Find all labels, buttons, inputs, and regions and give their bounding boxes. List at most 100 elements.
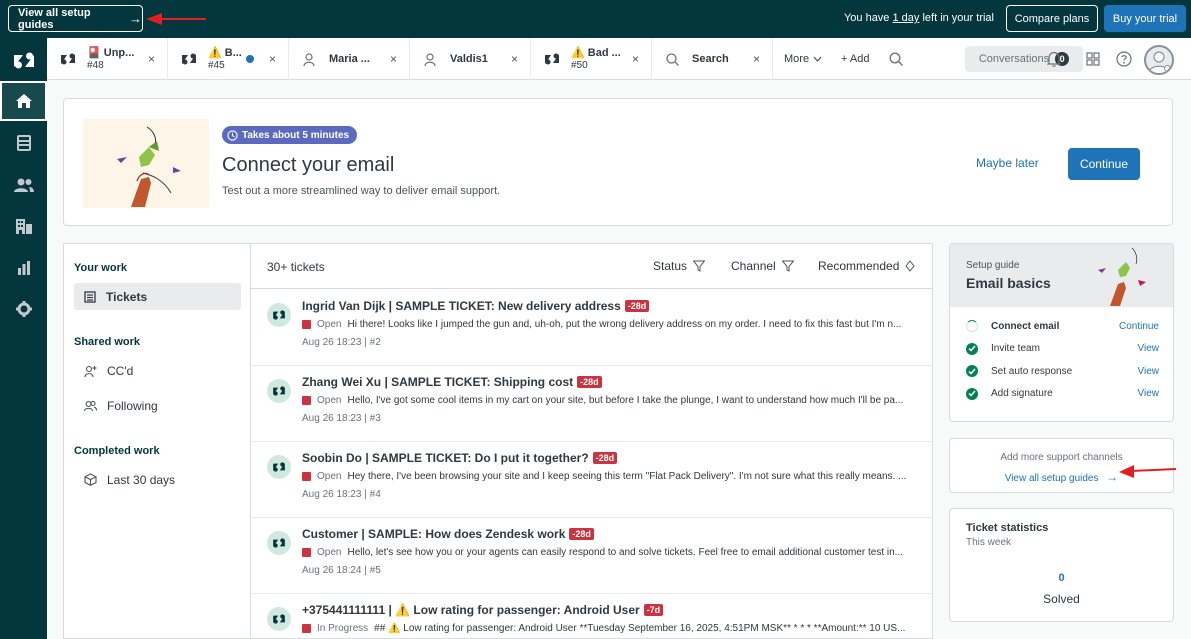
users-icon [13,178,34,192]
tab-search[interactable]: Search × [652,38,773,80]
nav-views[interactable] [0,123,47,163]
nav-home[interactable] [0,81,47,121]
view-last-30-days[interactable]: Last 30 days [74,466,241,493]
bell-icon[interactable] [1047,51,1061,67]
connect-email-title: Connect your email [222,154,395,176]
close-icon[interactable]: × [269,52,276,66]
setup-step-label: Invite team [991,343,1040,354]
unsaved-dot-icon [246,55,254,63]
views-icon [16,135,31,151]
close-icon[interactable]: × [511,52,518,66]
continue-button[interactable]: Continue [1068,148,1140,180]
close-icon[interactable]: × [148,52,155,66]
view-setup-guides-label: View all setup guides [18,6,91,31]
status-filter[interactable]: Status [653,259,706,273]
ticket-preview: ## ⚠️ Low rating for passenger: Android … [374,623,906,634]
trial-banner: View all setup guides → You have 1 day l… [0,0,1191,38]
sla-badge: -7d [643,604,664,616]
ticket-title[interactable]: Zhang Wei Xu | SAMPLE TICKET: Shipping c… [302,375,602,389]
nav-customers[interactable] [0,165,47,205]
view-label: CC'd [107,363,134,378]
tab-ticket-45[interactable]: ⚠️ B... #45 × [168,38,289,80]
tab-ticket-48[interactable]: 🎴 Unp... #48 × [47,38,168,80]
view-following[interactable]: Following [74,392,241,419]
ticket-preview: Hello, I've got some cool items in my ca… [347,395,904,406]
nav-reporting[interactable] [0,248,47,288]
nav-organizations[interactable] [0,206,47,246]
ticket-row[interactable]: +375441111111 | ⚠️ Low rating for passen… [251,594,932,639]
shared-work-heading: Shared work [74,336,141,348]
zendesk-logo-icon[interactable] [0,41,47,81]
zendesk-icon [61,53,75,65]
close-icon[interactable]: × [632,52,639,66]
ticket-status: In Progress [317,623,369,634]
setup-step-action[interactable]: View [1138,366,1160,377]
users-icon [84,400,97,411]
sla-badge: -28d [624,300,650,312]
sort-dropdown[interactable]: Recommended [818,259,916,273]
conversations-button[interactable]: Conversations 0 [965,46,1083,72]
buy-trial-button[interactable]: Buy your trial [1104,5,1186,32]
tab-subtitle: #45 [208,60,225,71]
ticket-title[interactable]: Customer | SAMPLE: How does Zendesk work… [302,527,594,541]
setup-step-action[interactable]: View [1138,388,1160,399]
view-ccd[interactable]: CC'd [74,357,241,384]
hand-plant-illustration-icon [1098,247,1146,306]
ticket-title[interactable]: +375441111111 | ⚠️ Low rating for passen… [302,603,664,617]
zendesk-icon [545,53,559,65]
view-setup-guides-button[interactable]: View all setup guides → [8,5,143,32]
setup-step-label: Connect email [991,320,1060,332]
setup-step-action[interactable]: View [1138,343,1160,354]
filter-icon [781,260,794,272]
tab-user-valdis[interactable]: Valdis1 × [410,38,531,80]
ticket-row[interactable]: Customer | SAMPLE: How does Zendesk work… [251,518,932,594]
tab-title: ⚠️ Bad ... [571,47,621,59]
ticket-row[interactable]: Ingrid Van Dijk | SAMPLE TICKET: New del… [251,290,932,366]
add-button[interactable]: + Add [841,53,869,65]
status-indicator-icon [302,320,311,329]
trial-days-link[interactable]: 1 day [892,12,919,24]
ticket-row[interactable]: Soobin Do | SAMPLE TICKET: Do I put it t… [251,442,932,518]
channel-filter[interactable]: Channel [731,259,794,273]
setup-step-label: Set auto response [991,365,1073,377]
compare-plans-button[interactable]: Compare plans [1006,5,1098,32]
close-icon[interactable]: × [390,52,397,66]
close-icon[interactable]: × [753,52,760,66]
apps-grid-icon[interactable] [1086,52,1100,66]
more-channels-text: Add more support channels [1000,452,1123,463]
tab-bar: 🎴 Unp... #48 × ⚠️ B... #45 × Maria ... ×… [47,38,1191,80]
setup-step: Invite team View [966,342,1160,355]
tab-title: Maria ... [329,53,370,65]
ticket-row[interactable]: Zhang Wei Xu | SAMPLE TICKET: Shipping c… [251,366,932,442]
setup-step: Add signature View [966,387,1160,400]
arrow-right-icon: → [1106,470,1119,484]
ticket-preview: Hi there! Looks like I jumped the gun an… [347,319,902,330]
maybe-later-link[interactable]: Maybe later [976,156,1039,170]
left-navigation [0,38,47,639]
search-icon[interactable] [889,52,903,66]
status-indicator-icon [302,548,311,557]
tab-user-maria[interactable]: Maria ... × [289,38,410,80]
help-icon[interactable] [1116,51,1132,67]
more-tabs-button[interactable]: More [784,53,822,65]
solved-label: Solved [1043,592,1080,606]
setup-step-action[interactable]: Continue [1119,321,1159,332]
solved-count[interactable]: 0 [950,572,1173,584]
tickets-icon [84,290,96,303]
hand-plant-illustration-icon [117,126,181,207]
clock-icon [227,129,238,141]
ticket-summary: Open Hello, I've got some cool items in m… [302,395,917,406]
ticket-summary: Open Hi there! Looks like I jumped the gu… [302,319,917,330]
connect-email-card: Takes about 5 minutes Connect your email… [63,98,1173,226]
nav-admin[interactable] [0,289,47,329]
zendesk-avatar-icon [267,455,291,479]
tab-ticket-50[interactable]: ⚠️ Bad ... #50 × [531,38,652,80]
time-estimate-pill: Takes about 5 minutes [222,126,358,144]
ticket-title[interactable]: Soobin Do | SAMPLE TICKET: Do I put it t… [302,451,618,465]
ticket-title[interactable]: Ingrid Van Dijk | SAMPLE TICKET: New del… [302,299,650,313]
avatar[interactable] [1144,45,1174,75]
zendesk-avatar-icon [267,379,291,403]
setup-step-label: Add signature [991,388,1053,399]
ticket-status: Open [317,471,342,482]
view-tickets[interactable]: Tickets [74,283,241,310]
